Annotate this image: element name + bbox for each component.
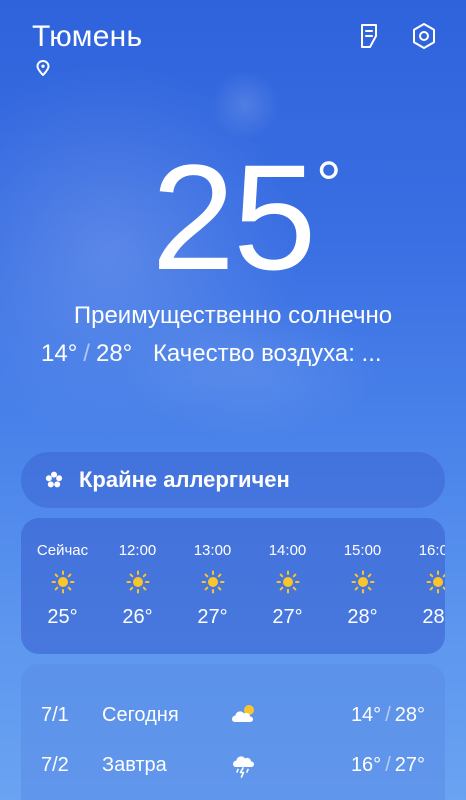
partly-cloudy-icon xyxy=(232,705,254,722)
sun-icon xyxy=(351,570,375,594)
sun-icon xyxy=(426,570,445,594)
hour-time: Сейчас xyxy=(36,542,89,559)
day-low: 14° xyxy=(350,704,382,726)
hour-temperature: 28° xyxy=(347,606,378,628)
document-list-icon xyxy=(361,24,377,48)
hour-temperature: 28° xyxy=(422,606,445,628)
hour-time: 14:00 xyxy=(268,542,307,559)
day-temperature-range: 16°/27° xyxy=(351,754,425,777)
allergy-label: Крайне аллергичен xyxy=(79,467,290,492)
settings-hexagon-icon xyxy=(413,23,435,49)
day-low: 16° xyxy=(350,754,382,776)
sun-icon xyxy=(201,570,225,594)
hour-item: 15:00 28° xyxy=(325,518,400,654)
weather-condition: Преимущественно солнечно xyxy=(73,302,393,329)
day-name: Завтра xyxy=(102,754,167,776)
current-temperature: 25 ° xyxy=(0,142,466,292)
location-pin-icon xyxy=(36,60,50,76)
sun-icon xyxy=(51,570,75,594)
allergy-card[interactable]: Крайне аллергичен xyxy=(21,452,445,508)
weather-screen: Тюмень 25 ° Преимущественно солнечно 14° /… xyxy=(0,0,466,800)
flower-icon xyxy=(45,471,63,488)
day-date: 7/1 xyxy=(41,704,69,726)
hour-item: 13:00 27° xyxy=(175,518,250,654)
day-range-separator: / xyxy=(385,754,391,776)
sun-icon xyxy=(126,570,150,594)
day-row-today[interactable]: 7/1 Сегодня 14°/28° xyxy=(21,696,445,736)
day-range-separator: / xyxy=(385,704,391,726)
day-row-tomorrow[interactable]: 7/2 Завтра 16°/27° xyxy=(21,746,445,786)
hour-temperature: 26° xyxy=(122,606,153,628)
background-glow-small xyxy=(210,70,280,140)
hour-item: 14:00 27° xyxy=(250,518,325,654)
hour-item: Сейчас 25° xyxy=(25,518,100,654)
daily-forecast: 7/1 Сегодня 14°/28° 7/2 Завтра 16°/27° xyxy=(21,664,445,800)
hourly-forecast[interactable]: Сейчас 25° 12:00 26° 13:00 27° 14:00 27°… xyxy=(21,518,445,654)
hour-temperature: 27° xyxy=(197,606,228,628)
day-date: 7/2 xyxy=(41,754,69,776)
day-name: Сегодня xyxy=(102,704,179,726)
temperature-value: 25 xyxy=(151,133,317,301)
degree-symbol: ° xyxy=(316,148,342,220)
range-separator: / xyxy=(83,340,90,367)
hour-time: 12:00 xyxy=(118,542,157,559)
sun-icon xyxy=(276,570,300,594)
temperature-range-row: 14°/28° Качество воздуха: ... xyxy=(41,340,382,368)
hour-time: 16:00 xyxy=(418,542,445,559)
day-high: 27° xyxy=(394,754,425,776)
hour-temperature: 25° xyxy=(47,606,78,628)
today-low: 14° xyxy=(41,340,78,367)
hour-item: 16:00 28° xyxy=(400,518,445,654)
day-temperature-range: 14°/28° xyxy=(351,704,425,727)
settings-button[interactable] xyxy=(409,20,439,52)
city-name: Тюмень xyxy=(32,20,143,53)
hour-time: 15:00 xyxy=(343,542,382,559)
hour-item: 12:00 26° xyxy=(100,518,175,654)
air-quality-link[interactable]: Качество воздуха: ... xyxy=(153,340,382,367)
forecast-list-button[interactable] xyxy=(355,20,385,52)
today-high: 28° xyxy=(95,340,133,367)
hour-temperature: 27° xyxy=(272,606,303,628)
thunderstorm-icon xyxy=(233,756,254,778)
hour-time: 13:00 xyxy=(193,542,232,559)
day-high: 28° xyxy=(394,704,425,726)
